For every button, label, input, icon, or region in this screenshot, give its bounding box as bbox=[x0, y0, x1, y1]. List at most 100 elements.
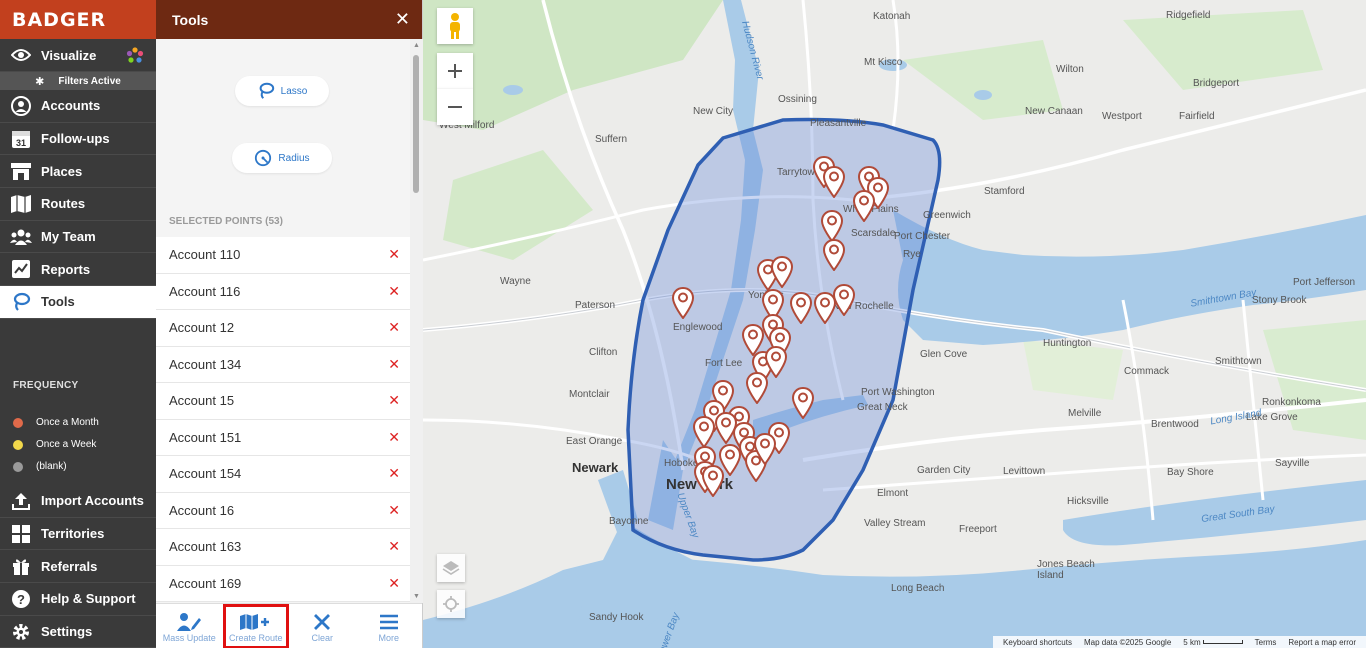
nav-tools[interactable]: Tools bbox=[0, 286, 156, 319]
radius-button[interactable]: Radius bbox=[232, 143, 332, 173]
selected-point-row[interactable]: Account 154 ✕ bbox=[156, 456, 410, 493]
zoom-in-button[interactable] bbox=[437, 53, 473, 89]
map-label: Greenwich bbox=[923, 210, 971, 221]
frequency-legend: FREQUENCY Once a Month Once a Week (blan… bbox=[0, 372, 156, 478]
eye-icon bbox=[10, 44, 32, 66]
grid-icon bbox=[10, 523, 32, 545]
brand-logo[interactable]: BADGER bbox=[0, 0, 156, 39]
sidebar-bottom-nav: Import Accounts Territories Referrals ? … bbox=[0, 485, 156, 648]
nav-my-team[interactable]: My Team bbox=[0, 221, 156, 254]
nav-help-support[interactable]: ? Help & Support bbox=[0, 583, 156, 616]
scroll-down-icon[interactable]: ▼ bbox=[413, 593, 420, 600]
map-pin-icon[interactable] bbox=[792, 387, 814, 419]
mass-update-button[interactable]: Mass Update bbox=[156, 604, 223, 648]
nav-territories[interactable]: Territories bbox=[0, 518, 156, 551]
frequency-item[interactable]: Once a Week bbox=[13, 434, 156, 456]
map-pin-icon[interactable] bbox=[746, 372, 768, 404]
map-label: Clifton bbox=[589, 347, 618, 358]
layers-button[interactable] bbox=[437, 554, 465, 582]
nav-referrals-label: Referrals bbox=[41, 558, 98, 574]
tools-panel: Tools ✕ Lasso Radius SELECTED POINTS (53… bbox=[156, 0, 423, 648]
remove-point-icon[interactable]: ✕ bbox=[388, 319, 400, 336]
map-label: Valley Stream bbox=[864, 518, 926, 529]
map-label: Wilton bbox=[1056, 64, 1084, 75]
selected-point-row[interactable]: Account 110 ✕ bbox=[156, 237, 410, 274]
map-pin-icon[interactable] bbox=[833, 284, 855, 316]
map-label: East Orange bbox=[566, 436, 623, 447]
selected-point-row[interactable]: Account 151 ✕ bbox=[156, 419, 410, 456]
selected-point-row[interactable]: Account 15 ✕ bbox=[156, 383, 410, 420]
remove-point-icon[interactable]: ✕ bbox=[388, 465, 400, 482]
menu-icon bbox=[379, 611, 399, 633]
nav-reports[interactable]: Reports bbox=[0, 253, 156, 287]
my-location-button[interactable] bbox=[437, 590, 465, 618]
nav-routes[interactable]: Routes bbox=[0, 188, 156, 221]
street-view-pegman[interactable] bbox=[437, 8, 473, 44]
color-palette-icon bbox=[126, 47, 144, 63]
frequency-label: (blank) bbox=[36, 461, 67, 473]
terms-link[interactable]: Terms bbox=[1255, 638, 1277, 647]
map-pin-icon[interactable] bbox=[823, 166, 845, 198]
map-pin-icon[interactable] bbox=[672, 287, 694, 319]
nav-help-support-label: Help & Support bbox=[41, 591, 136, 607]
remove-point-icon[interactable]: ✕ bbox=[388, 538, 400, 555]
scroll-up-icon[interactable]: ▲ bbox=[413, 42, 420, 49]
nav-referrals[interactable]: Referrals bbox=[0, 550, 156, 584]
map-pin-icon[interactable] bbox=[702, 465, 724, 497]
nav-follow-ups[interactable]: 31 Follow-ups bbox=[0, 123, 156, 156]
map-pin-icon[interactable] bbox=[821, 210, 843, 242]
map-label: Westport bbox=[1102, 111, 1142, 122]
map-pin-icon[interactable] bbox=[754, 433, 776, 465]
nav-reports-label: Reports bbox=[41, 261, 91, 277]
map-pin-icon[interactable] bbox=[693, 416, 715, 448]
scroll-thumb[interactable] bbox=[413, 55, 419, 193]
remove-point-icon[interactable]: ✕ bbox=[388, 356, 400, 373]
selected-point-row[interactable]: Account 134 ✕ bbox=[156, 346, 410, 383]
selected-point-row[interactable]: Account 16 ✕ bbox=[156, 492, 410, 529]
selected-point-label: Account 16 bbox=[169, 502, 235, 518]
nav-import-accounts[interactable]: Import Accounts bbox=[0, 485, 156, 518]
remove-point-icon[interactable]: ✕ bbox=[388, 392, 400, 409]
map-pin-icon[interactable] bbox=[790, 292, 812, 324]
brand-name: BADGER bbox=[12, 8, 107, 31]
remove-point-icon[interactable]: ✕ bbox=[388, 283, 400, 300]
keyboard-shortcuts-link[interactable]: Keyboard shortcuts bbox=[1003, 638, 1072, 647]
map-pin-icon[interactable] bbox=[771, 256, 793, 288]
map-label: Port Washington bbox=[861, 387, 935, 398]
nav-settings[interactable]: Settings bbox=[0, 616, 156, 648]
zoom-out-button[interactable] bbox=[437, 89, 473, 125]
lasso-button[interactable]: Lasso bbox=[235, 76, 329, 106]
selected-point-row[interactable]: Account 169 ✕ bbox=[156, 565, 410, 602]
frequency-item[interactable]: Once a Month bbox=[13, 412, 156, 434]
selected-point-row[interactable]: Account 12 ✕ bbox=[156, 310, 410, 347]
filters-active-bar[interactable]: ✱ Filters Active bbox=[0, 72, 156, 90]
selected-point-row[interactable]: Account 116 ✕ bbox=[156, 273, 410, 310]
tools-scrollbar[interactable]: ▲ ▼ bbox=[410, 39, 423, 603]
map-label: Fairfield bbox=[1179, 111, 1215, 122]
remove-point-icon[interactable]: ✕ bbox=[388, 429, 400, 446]
remove-point-icon[interactable]: ✕ bbox=[388, 502, 400, 519]
map-pin-icon[interactable] bbox=[765, 346, 787, 378]
map-canvas[interactable]: Katonah Mt Kisco New City Ossining Suffe… bbox=[423, 0, 1366, 648]
nav-accounts[interactable]: Accounts bbox=[0, 90, 156, 123]
map-pin-icon[interactable] bbox=[823, 239, 845, 271]
selected-point-row[interactable]: Account 163 ✕ bbox=[156, 529, 410, 566]
clear-button[interactable]: Clear bbox=[289, 604, 356, 648]
frequency-dot bbox=[13, 439, 23, 450]
close-icon[interactable]: ✕ bbox=[395, 9, 410, 30]
map-label: Elmont bbox=[877, 488, 909, 499]
create-route-button[interactable]: Create Route bbox=[222, 604, 289, 648]
map-label: Mt Kisco bbox=[864, 57, 903, 68]
map-pin-icon[interactable] bbox=[853, 190, 875, 222]
frequency-item[interactable]: (blank) bbox=[13, 456, 156, 478]
remove-point-icon[interactable]: ✕ bbox=[388, 246, 400, 263]
nav-visualize[interactable]: Visualize bbox=[0, 39, 156, 72]
nav-places[interactable]: Places bbox=[0, 155, 156, 189]
more-button[interactable]: More bbox=[356, 604, 423, 648]
report-error-link[interactable]: Report a map error bbox=[1288, 638, 1356, 647]
user-circle-icon bbox=[10, 95, 32, 117]
selected-points-title: SELECTED POINTS (53) bbox=[169, 216, 283, 227]
remove-point-icon[interactable]: ✕ bbox=[388, 575, 400, 592]
selected-point-label: Account 110 bbox=[169, 247, 241, 263]
map-label: Levittown bbox=[1003, 466, 1046, 477]
